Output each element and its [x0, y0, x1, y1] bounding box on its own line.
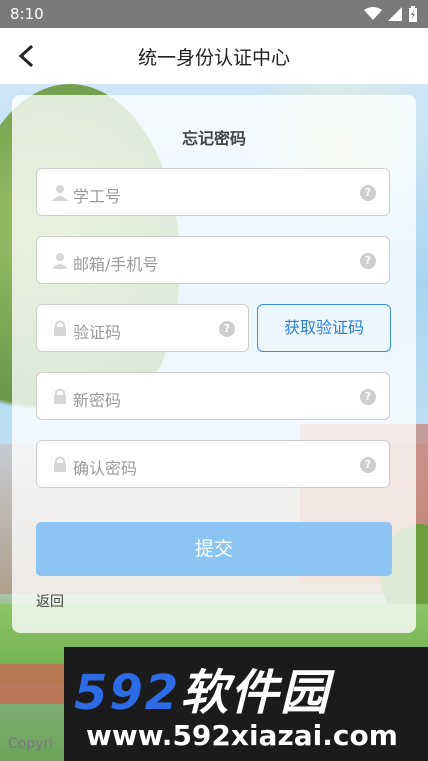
email-phone-placeholder: 邮箱/手机号	[73, 255, 159, 274]
email-phone-input[interactable]: 邮箱/手机号 ?	[36, 236, 390, 284]
new-password-placeholder: 新密码	[73, 391, 122, 410]
back-link[interactable]: 返回	[36, 591, 64, 611]
verification-code-input[interactable]: 验证码 ?	[36, 304, 249, 352]
student-id-input[interactable]: 学工号 ?	[36, 168, 390, 216]
confirm-password-placeholder: 确认密码	[73, 459, 138, 478]
confirm-password-input[interactable]: 确认密码 ?	[36, 440, 390, 488]
verification-code-placeholder: 验证码	[73, 323, 122, 342]
wifi-icon	[364, 7, 382, 20]
student-id-placeholder: 学工号	[73, 187, 122, 206]
status-bar: 8:10	[0, 0, 428, 28]
help-icon[interactable]: ?	[360, 185, 376, 201]
watermark-brand: 592软件园	[74, 653, 330, 723]
user-icon	[52, 185, 68, 201]
form-title: 忘记密码	[181, 129, 246, 148]
battery-icon	[409, 6, 417, 22]
watermark-url: www.592xiazai.com	[86, 719, 398, 752]
forgot-password-card: 忘记密码 学工号 ? 邮箱/手机号 ? 验证码 ? 获取验证码 新密码 ? 确认…	[12, 95, 416, 633]
status-time: 8:10	[10, 5, 44, 23]
watermark-text: 软件园	[180, 665, 331, 721]
app-header: 统一身份认证中心	[0, 28, 428, 85]
new-password-input[interactable]: 新密码 ?	[36, 372, 390, 420]
help-icon[interactable]: ?	[360, 457, 376, 473]
page-title: 统一身份认证中心	[137, 47, 290, 69]
copyright-text: Copyri	[8, 736, 54, 752]
lock-icon	[54, 320, 66, 336]
help-icon[interactable]: ?	[360, 389, 376, 405]
get-code-button[interactable]: 获取验证码	[257, 304, 391, 352]
signal-icon	[388, 7, 402, 21]
help-icon[interactable]: ?	[219, 321, 235, 337]
watermark-digits: 592	[74, 665, 181, 721]
user-icon	[52, 253, 68, 269]
status-icons	[364, 6, 418, 22]
submit-button[interactable]: 提交	[36, 522, 392, 576]
help-icon[interactable]: ?	[360, 253, 376, 269]
lock-icon	[54, 456, 66, 472]
watermark-logo: 592软件园 www.592xiazai.com	[64, 647, 428, 761]
lock-icon	[54, 388, 66, 404]
